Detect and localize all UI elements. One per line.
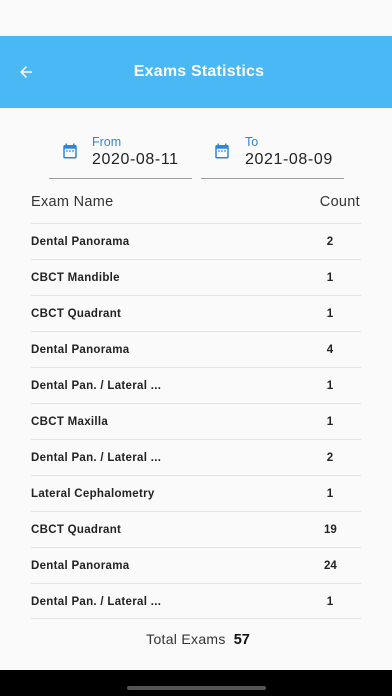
exam-count: 1 (326, 308, 334, 320)
to-date-field[interactable]: To 2021-08-09 (201, 132, 344, 179)
calendar-icon (63, 143, 77, 159)
table-row: CBCT Mandible 1 (31, 259, 361, 295)
exam-count: 4 (326, 344, 334, 356)
app-bar: Exams Statistics (0, 36, 392, 108)
exam-count: 2 (326, 236, 334, 248)
table-header: Exam Name Count (31, 194, 360, 214)
exam-name: Dental Pan. / Lateral ... (31, 596, 162, 608)
exam-count: 1 (326, 380, 334, 392)
table-row: CBCT Quadrant 19 (31, 511, 361, 547)
exam-name: Dental Panorama (31, 236, 130, 248)
exam-table: Dental Panorama 2 CBCT Mandible 1 CBCT Q… (31, 223, 361, 619)
exam-name: CBCT Quadrant (31, 308, 122, 320)
home-indicator[interactable] (127, 686, 266, 690)
calendar-icon (215, 143, 229, 159)
table-row: Dental Pan. / Lateral ... 2 (31, 439, 361, 475)
exam-count: 1 (326, 416, 334, 428)
from-date-field[interactable]: From 2020-08-11 (49, 132, 192, 179)
exam-count: 19 (324, 524, 337, 536)
total-exams-label: Total Exams (146, 631, 226, 647)
exam-count: 1 (326, 596, 334, 608)
screen: Exams Statistics From 2020-08-11 To 2021… (0, 0, 392, 670)
exam-name: CBCT Maxilla (31, 416, 109, 428)
to-label: To (245, 135, 259, 149)
exam-count: 2 (326, 452, 334, 464)
table-row: Lateral Cephalometry 1 (31, 475, 361, 511)
column-header-exam-name: Exam Name (31, 194, 114, 210)
page-title: Exams Statistics (133, 63, 265, 80)
status-bar (0, 0, 392, 36)
table-row: CBCT Quadrant 1 (31, 295, 361, 331)
table-row: Dental Panorama 4 (31, 331, 361, 367)
to-date-value: 2021-08-09 (245, 151, 333, 168)
total-exams: Total Exams 57 (0, 631, 392, 648)
exam-name: Dental Pan. / Lateral ... (31, 380, 162, 392)
exam-name: Dental Panorama (31, 560, 130, 572)
table-row: Dental Pan. / Lateral ... 1 (31, 583, 361, 619)
exam-name: Lateral Cephalometry (31, 488, 155, 500)
exam-name: Dental Pan. / Lateral ... (31, 452, 162, 464)
exam-name: CBCT Quadrant (31, 524, 122, 536)
table-row: Dental Panorama 2 (31, 223, 361, 259)
table-row: CBCT Maxilla 1 (31, 403, 361, 439)
table-row: Dental Panorama 24 (31, 547, 361, 583)
column-header-count: Count (319, 194, 360, 210)
from-label: From (92, 135, 122, 149)
exam-name: CBCT Mandible (31, 272, 120, 284)
total-exams-value: 57 (233, 632, 250, 648)
exam-count: 1 (326, 488, 334, 500)
table-row: Dental Pan. / Lateral ... 1 (31, 367, 361, 403)
from-date-value: 2020-08-11 (92, 151, 179, 168)
exam-name: Dental Panorama (31, 344, 130, 356)
exam-count: 24 (324, 560, 337, 572)
exam-count: 1 (326, 272, 334, 284)
